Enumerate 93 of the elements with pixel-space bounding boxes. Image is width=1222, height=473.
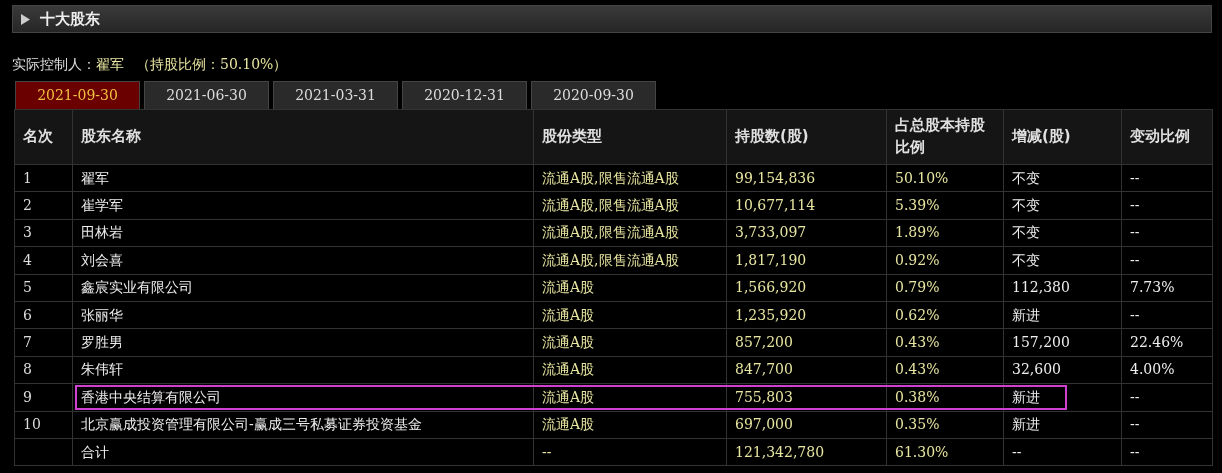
date-tab[interactable]: 2020-09-30 bbox=[531, 81, 656, 109]
controller-name: 翟军 bbox=[96, 54, 124, 74]
column-header: 持股数(股) bbox=[726, 109, 887, 165]
table-cell: 755,803 bbox=[726, 383, 887, 411]
table-cell: 流通A股 bbox=[533, 383, 727, 411]
table-cell: 4 bbox=[14, 246, 73, 275]
table-cell: 流通A股,限售流通A股 bbox=[533, 219, 727, 247]
table-cell: 朱伟轩 bbox=[72, 356, 534, 384]
table-cell: 10 bbox=[14, 411, 73, 439]
table-cell: 崔学军 bbox=[72, 191, 534, 220]
column-header: 变动比例 bbox=[1121, 109, 1213, 165]
table-cell: 32,600 bbox=[1003, 356, 1122, 384]
table-cell: 9 bbox=[14, 383, 73, 411]
table-cell: 847,700 bbox=[726, 356, 887, 384]
table-cell: 857,200 bbox=[726, 328, 887, 357]
table-cell: 合计 bbox=[72, 438, 534, 466]
expand-arrow-icon[interactable] bbox=[21, 13, 30, 25]
table-cell: 4.00% bbox=[1121, 356, 1213, 384]
table-cell: 1 bbox=[14, 164, 73, 192]
table-cell: 7.73% bbox=[1121, 274, 1213, 302]
table-cell: -- bbox=[1121, 219, 1213, 247]
table-cell: 121,342,780 bbox=[726, 438, 887, 466]
date-tab[interactable]: 2021-09-30 bbox=[15, 81, 140, 109]
table-cell: 61.30% bbox=[886, 438, 1004, 466]
controller-ratio: （持股比例：50.10%） bbox=[136, 54, 288, 74]
table-cell: 3,733,097 bbox=[726, 219, 887, 247]
table-cell: 流通A股,限售流通A股 bbox=[533, 246, 727, 275]
table-cell: 田林岩 bbox=[72, 219, 534, 247]
table-cell: 112,380 bbox=[1003, 274, 1122, 302]
column-header: 股东名称 bbox=[72, 109, 534, 165]
table-cell: 新进 bbox=[1003, 383, 1122, 411]
table-cell: 不变 bbox=[1003, 219, 1122, 247]
table-cell: 不变 bbox=[1003, 246, 1122, 275]
table-cell: 0.62% bbox=[886, 301, 1004, 329]
table-cell: 6 bbox=[14, 301, 73, 329]
date-tab[interactable]: 2020-12-31 bbox=[402, 81, 527, 109]
table-cell: 5.39% bbox=[886, 191, 1004, 220]
table-cell: 流通A股,限售流通A股 bbox=[533, 191, 727, 220]
table-cell: 157,200 bbox=[1003, 328, 1122, 357]
table-cell: 不变 bbox=[1003, 164, 1122, 192]
table-cell: -- bbox=[533, 438, 727, 466]
table-cell: 0.92% bbox=[886, 246, 1004, 275]
table-cell: 3 bbox=[14, 219, 73, 247]
table-cell: 流通A股 bbox=[533, 328, 727, 357]
date-tab[interactable]: 2021-03-31 bbox=[273, 81, 398, 109]
table-cell: 流通A股 bbox=[533, 411, 727, 439]
table-cell: 5 bbox=[14, 274, 73, 302]
table-cell: 1,235,920 bbox=[726, 301, 887, 329]
table-cell: -- bbox=[1121, 164, 1213, 192]
table-cell: 不变 bbox=[1003, 191, 1122, 220]
table-cell: 鑫宸实业有限公司 bbox=[72, 274, 534, 302]
table-cell: 99,154,836 bbox=[726, 164, 887, 192]
table-cell: -- bbox=[1121, 246, 1213, 275]
column-header: 股份类型 bbox=[533, 109, 727, 165]
table-cell: -- bbox=[1121, 411, 1213, 439]
table-cell: 张丽华 bbox=[72, 301, 534, 329]
table-cell: 10,677,114 bbox=[726, 191, 887, 220]
table-cell: 新进 bbox=[1003, 411, 1122, 439]
table-cell: 0.38% bbox=[886, 383, 1004, 411]
table-cell: -- bbox=[1003, 438, 1122, 466]
column-header: 增减(股) bbox=[1003, 109, 1122, 165]
table-cell: 50.10% bbox=[886, 164, 1004, 192]
table-cell: 22.46% bbox=[1121, 328, 1213, 357]
table-cell: 流通A股 bbox=[533, 356, 727, 384]
table-cell: 0.79% bbox=[886, 274, 1004, 302]
table-cell: -- bbox=[1121, 191, 1213, 220]
table-cell: 香港中央结算有限公司 bbox=[72, 383, 534, 411]
table-cell: 流通A股,限售流通A股 bbox=[533, 164, 727, 192]
table-cell: 7 bbox=[14, 328, 73, 357]
table-cell: 流通A股 bbox=[533, 274, 727, 302]
table-cell: -- bbox=[1121, 301, 1213, 329]
table-cell: 8 bbox=[14, 356, 73, 384]
table-cell: 697,000 bbox=[726, 411, 887, 439]
table-cell: 0.43% bbox=[886, 328, 1004, 357]
table-cell: 刘会喜 bbox=[72, 246, 534, 275]
table-cell: 2 bbox=[14, 191, 73, 220]
table-cell: 流通A股 bbox=[533, 301, 727, 329]
date-tab[interactable]: 2021-06-30 bbox=[144, 81, 269, 109]
table-cell: 1.89% bbox=[886, 219, 1004, 247]
table-cell: 0.43% bbox=[886, 356, 1004, 384]
controller-label: 实际控制人： bbox=[12, 54, 96, 74]
column-header: 名次 bbox=[14, 109, 73, 165]
table-cell: 罗胜男 bbox=[72, 328, 534, 357]
table-cell: 新进 bbox=[1003, 301, 1122, 329]
table-cell: 1,566,920 bbox=[726, 274, 887, 302]
section-title: 十大股东 bbox=[40, 8, 100, 30]
column-header: 占总股本持股比例 bbox=[886, 109, 1004, 165]
table-cell: -- bbox=[1121, 438, 1213, 466]
table-cell: -- bbox=[1121, 383, 1213, 411]
table-cell: 0.35% bbox=[886, 411, 1004, 439]
table-cell: 1,817,190 bbox=[726, 246, 887, 275]
table-cell: 翟军 bbox=[72, 164, 534, 192]
table-cell: 北京赢成投资管理有限公司-赢成三号私募证券投资基金 bbox=[72, 411, 534, 439]
